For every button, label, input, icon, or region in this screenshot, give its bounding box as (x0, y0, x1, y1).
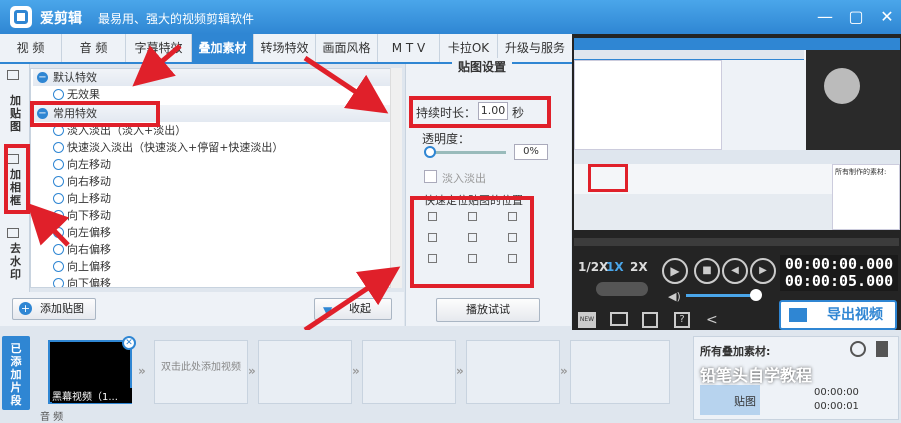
watermark-text: 铅笔头自学教程 (700, 366, 813, 385)
play-icon[interactable]: ▶ (662, 258, 688, 284)
tutorial-thumbnail: 所有制作的素材: (574, 38, 900, 230)
added-clips-label: 已添加片段 (2, 336, 30, 410)
audio-track-label: 音 频 (40, 412, 64, 423)
prev-frame-icon[interactable]: ◀ (722, 258, 748, 284)
overlay-item-end: 00:00:01 (814, 401, 859, 412)
share-icon[interactable]: < (706, 312, 718, 328)
overlay-item-start: 00:00:00 (814, 387, 859, 398)
progress-bar[interactable] (574, 238, 899, 246)
speed-half[interactable]: 1/2X (578, 260, 608, 274)
clip-remove-icon[interactable]: ✕ (122, 336, 136, 350)
clip-slot[interactable] (258, 340, 352, 404)
trash-icon[interactable] (876, 341, 888, 357)
save-icon[interactable] (642, 312, 658, 328)
speed-1x[interactable]: 1X (606, 260, 624, 274)
volume-thumb[interactable] (750, 289, 762, 301)
volume-icon[interactable]: ◀) (668, 290, 681, 303)
time-display: 00:00:00.000 00:00:05.000 (780, 255, 898, 291)
overlay-item-name: 贴图 (734, 395, 756, 408)
speed-2x[interactable]: 2X (630, 260, 648, 274)
chevron-icon: » (352, 364, 360, 378)
chevron-icon: » (138, 364, 146, 378)
stop-icon[interactable]: ■ (694, 258, 720, 284)
chevron-icon: » (560, 364, 568, 378)
chevron-icon: » (248, 364, 256, 378)
clip-slot-add[interactable]: 双击此处添加视频 (154, 340, 248, 404)
volume-track[interactable] (686, 294, 756, 297)
clip-slot[interactable] (362, 340, 456, 404)
chevron-icon: » (456, 364, 464, 378)
clip-slot[interactable] (570, 340, 670, 404)
export-icon (789, 308, 807, 322)
clip-title: 黑幕视频（1... (52, 388, 132, 403)
new-icon[interactable]: NEW (578, 312, 596, 328)
clip-slot[interactable] (466, 340, 560, 404)
help-icon[interactable]: ? (674, 312, 690, 328)
next-frame-icon[interactable]: ▶ (750, 258, 776, 284)
export-video-button[interactable]: 导出视频 (779, 300, 897, 330)
undo-icon[interactable] (850, 341, 866, 357)
open-folder-icon[interactable] (610, 312, 628, 326)
jog-slider[interactable] (596, 282, 648, 296)
overlay-list-title: 所有叠加素材: (700, 345, 771, 358)
